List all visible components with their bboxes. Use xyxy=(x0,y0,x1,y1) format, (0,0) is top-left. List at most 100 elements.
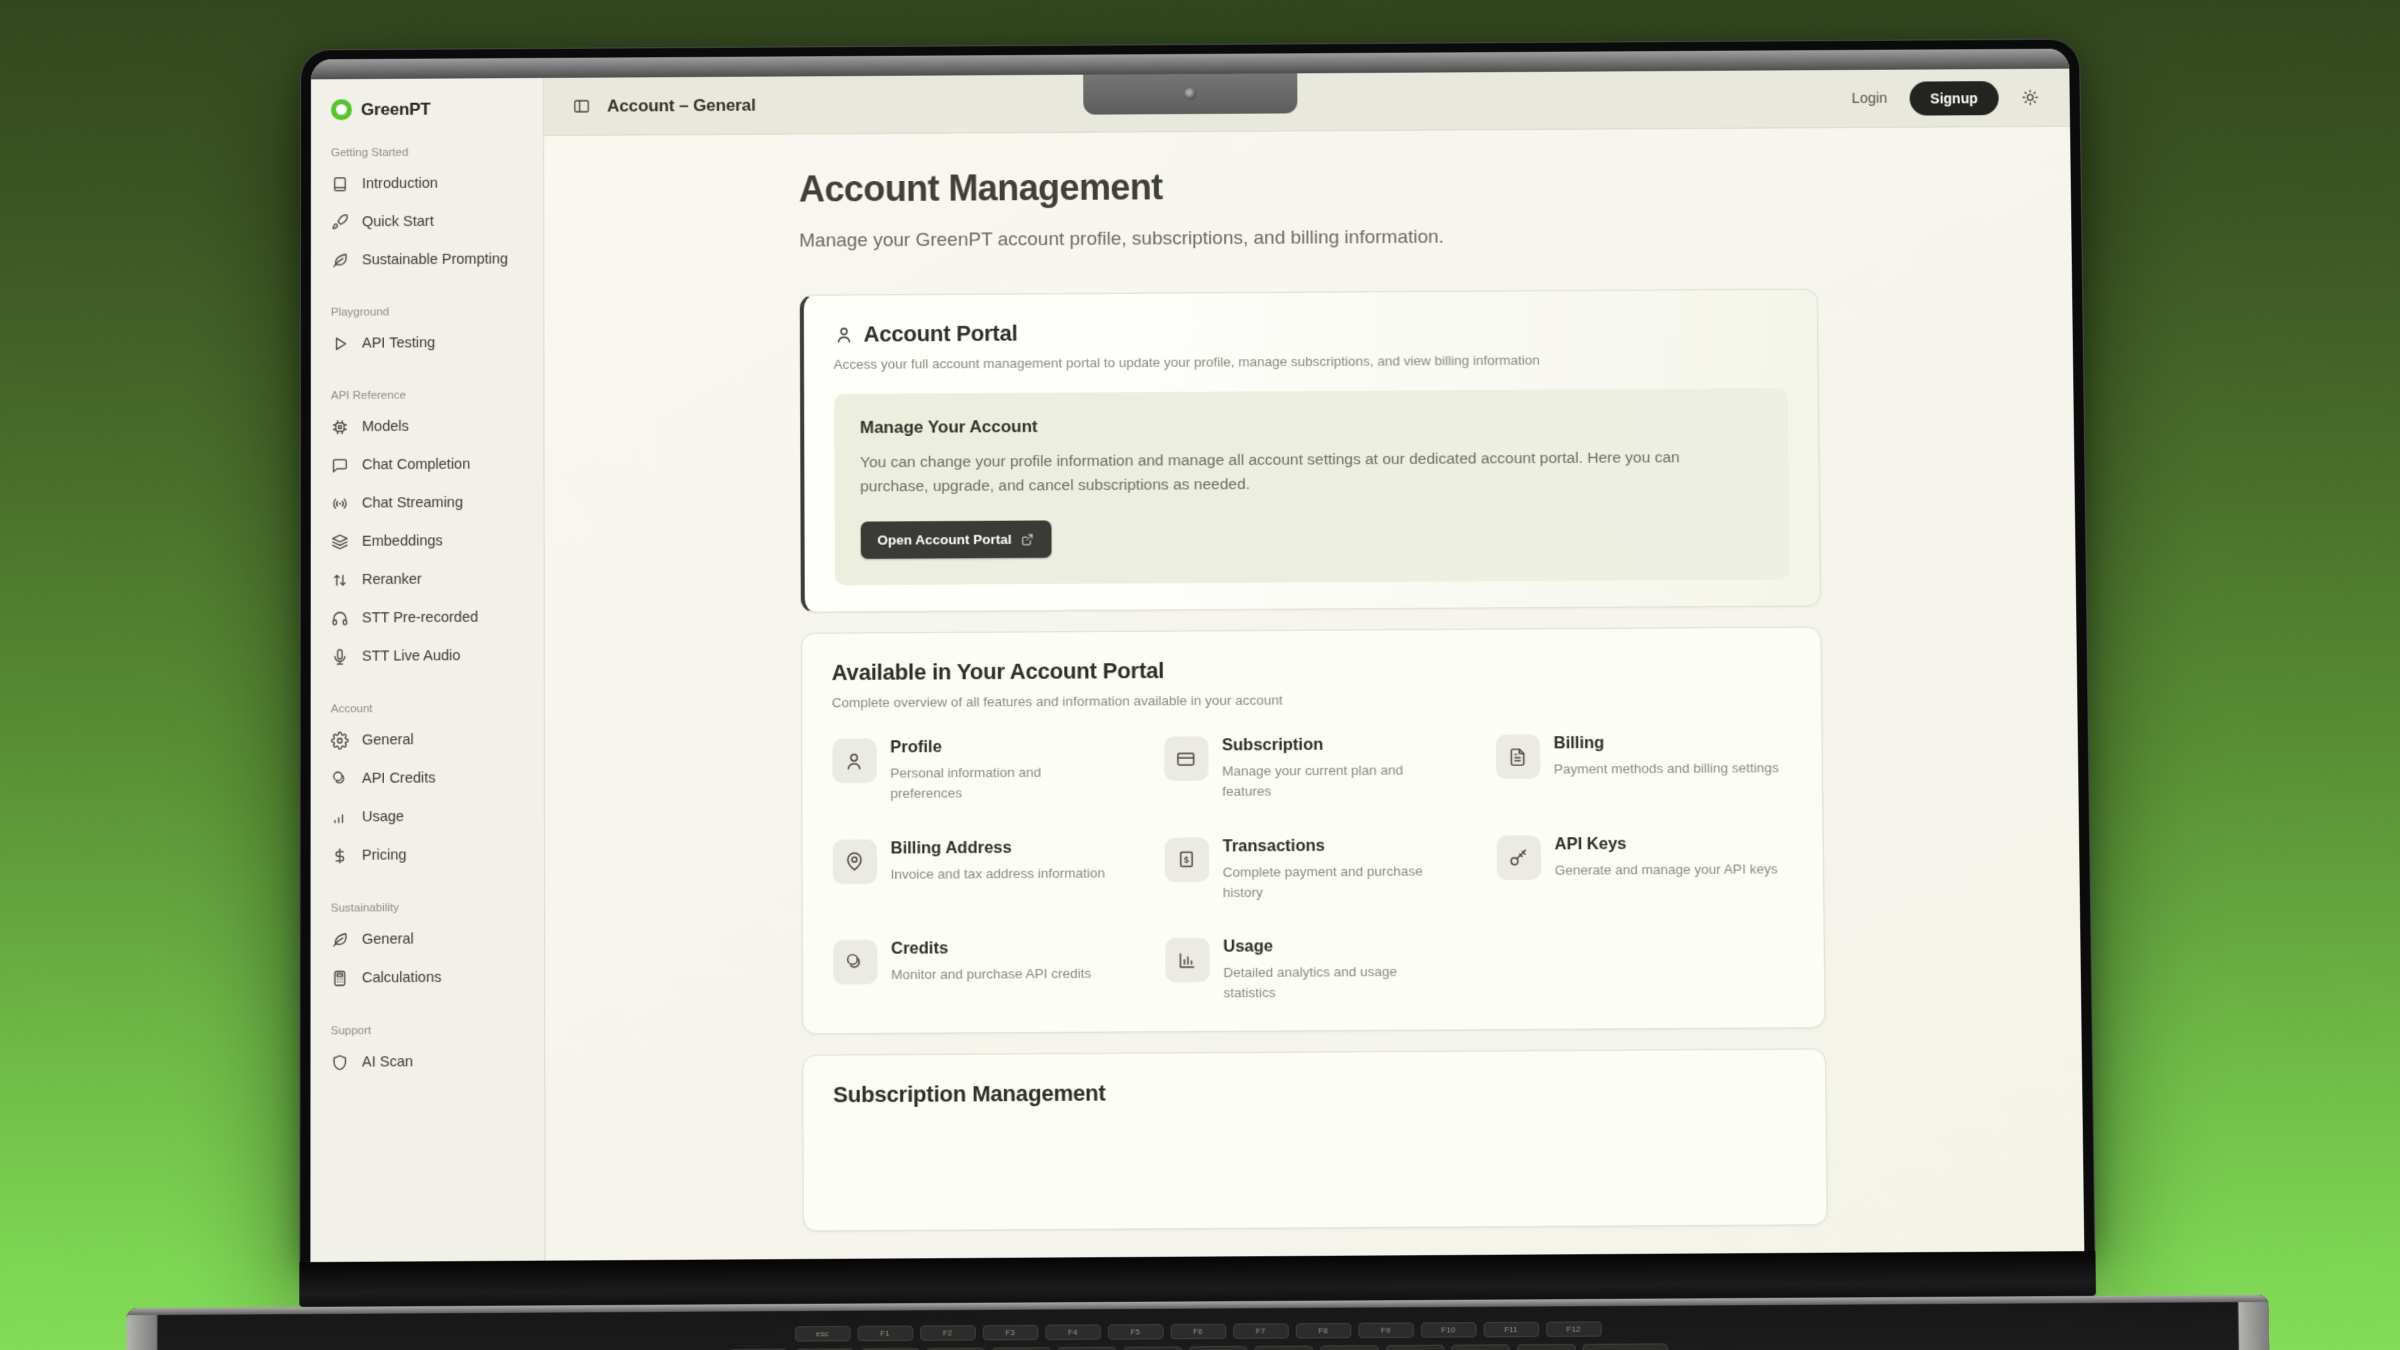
feature-subscription: Subscription Manage your current plan and… xyxy=(1164,735,1460,803)
keyboard-key: 6 xyxy=(1123,1346,1182,1350)
broadcast-icon xyxy=(331,495,349,513)
feature-text: Credits Monitor and purchase API credits xyxy=(891,938,1092,1006)
account-portal-subtitle: Access your full account management port… xyxy=(834,351,1787,372)
sidebar-item-general[interactable]: General xyxy=(329,720,528,760)
content-container: Account Management Manage your GreenPT a… xyxy=(799,162,1827,1231)
sidebar-section-label: Support xyxy=(331,1024,528,1037)
sidebar-item-label: Embeddings xyxy=(362,533,443,550)
feature-description: Complete payment and purchase history xyxy=(1223,861,1450,903)
content-column: Account – General Login Signup Account M… xyxy=(544,69,2084,1261)
dollar-icon xyxy=(331,847,349,865)
headphones-icon xyxy=(331,609,349,627)
sidebar-item-label: STT Pre-recorded xyxy=(362,610,478,627)
sidebar-item-label: Reranker xyxy=(362,572,422,588)
play-icon xyxy=(331,335,349,353)
chart-icon xyxy=(1165,938,1210,983)
camera-dot xyxy=(1184,88,1196,100)
feature-text: TransactionsComplete payment and purchas… xyxy=(1223,835,1450,903)
sidebar-item-label: Chat Completion xyxy=(362,457,470,474)
rocket-icon xyxy=(331,213,349,231)
sidebar-item-label: Chat Streaming xyxy=(362,495,463,512)
sidebar-item-chat-completion[interactable]: Chat Completion xyxy=(329,445,528,484)
sidebar-section-label: API Reference xyxy=(331,389,528,402)
greenpt-logo-icon xyxy=(331,99,352,120)
sidebar-item-introduction[interactable]: Introduction xyxy=(329,164,527,203)
book-icon xyxy=(331,175,349,193)
open-account-portal-label: Open Account Portal xyxy=(877,532,1011,548)
sidebar-item-label: AI Scan xyxy=(362,1054,413,1071)
keyboard-key: - xyxy=(1451,1344,1510,1350)
keyboard-key: F6 xyxy=(1170,1324,1226,1340)
user-icon xyxy=(832,738,876,783)
sidebar-toggle-icon[interactable] xyxy=(572,97,591,116)
feature-title: Profile xyxy=(890,737,1116,758)
theme-toggle-icon[interactable] xyxy=(2021,88,2040,107)
sidebar-item-models[interactable]: Models xyxy=(329,407,528,446)
brand-name: GreenPT xyxy=(361,99,431,119)
feature-description: Invoice and tax address information xyxy=(891,863,1106,885)
leaf-icon xyxy=(331,251,349,269)
feature-text: Billing AddressInvoice and tax address i… xyxy=(891,838,1106,906)
signup-button[interactable]: Signup xyxy=(1909,81,1999,116)
sidebar-item-embeddings[interactable]: Embeddings xyxy=(329,522,528,561)
feature-api-keys: API Keys Generate and manage your API key… xyxy=(1496,833,1792,901)
sidebar-item-calculations[interactable]: Calculations xyxy=(329,958,528,998)
feature-title: Subscription xyxy=(1222,735,1448,756)
sidebar-item-api-testing[interactable]: API Testing xyxy=(329,324,527,363)
sidebar-item-pricing[interactable]: Pricing xyxy=(329,836,528,876)
desktop-background: GreenPT Getting StartedIntroductionQuick… xyxy=(0,0,2400,1350)
manage-account-panel: Manage Your Account You can change your … xyxy=(834,388,1789,585)
feature-description: Generate and manage your API keys xyxy=(1555,859,1778,881)
open-account-portal-button[interactable]: Open Account Portal xyxy=(860,520,1052,558)
sidebar-item-usage[interactable]: Usage xyxy=(329,797,528,837)
page-title: Account Management xyxy=(799,162,1816,210)
keyboard-key: 7 xyxy=(1188,1346,1247,1350)
sidebar-item-chat-streaming[interactable]: Chat Streaming xyxy=(329,483,528,522)
feature-description: Monitor and purchase API credits xyxy=(891,964,1091,986)
sidebar-item-ai-scan[interactable]: AI Scan xyxy=(329,1042,529,1082)
login-link[interactable]: Login xyxy=(1852,90,1888,106)
feature-text: Subscription Manage your current plan and… xyxy=(1222,735,1449,803)
feature-title: API Keys xyxy=(1554,833,1777,854)
breadcrumb-title: Account – General xyxy=(607,95,756,116)
laptop-body: escF1F2F3F4F5F6F7F8F9F10F11F12`123456789… xyxy=(299,1251,2097,1350)
features-card-subtitle: Complete overview of all features and in… xyxy=(832,689,1791,710)
key-icon xyxy=(1496,835,1541,880)
chip-icon xyxy=(331,418,349,436)
sidebar-item-api-credits[interactable]: API Credits xyxy=(329,759,528,799)
feature-text: ProfilePersonal information and preferen… xyxy=(890,737,1117,805)
layers-icon xyxy=(331,533,349,551)
feature-billing-address: Billing AddressInvoice and tax address i… xyxy=(832,837,1128,905)
sidebar-item-reranker[interactable]: Reranker xyxy=(329,560,528,600)
feature-text: BillingPayment methods and billing setti… xyxy=(1554,733,1779,801)
manage-account-body: You can change your profile information … xyxy=(860,446,1723,500)
feature-title: Usage xyxy=(1223,936,1450,957)
keyboard-key: 9 xyxy=(1320,1345,1379,1350)
feature-description: Payment methods and billing settings xyxy=(1554,758,1779,780)
sidebar-item-label: Introduction xyxy=(362,176,438,192)
mic-icon xyxy=(331,648,349,666)
brand-logo[interactable]: GreenPT xyxy=(329,98,527,120)
feature-title: Credits xyxy=(891,938,1091,958)
sidebar-item-label: Models xyxy=(362,419,409,435)
feature-description: Manage your current plan and features xyxy=(1222,760,1449,802)
sidebar-item-general[interactable]: General xyxy=(329,920,528,960)
keyboard-key: F7 xyxy=(1233,1323,1289,1339)
features-card-title: Available in Your Account Portal xyxy=(832,654,1791,686)
keyboard-key: F3 xyxy=(982,1325,1038,1341)
sidebar-item-sustainable-prompting[interactable]: Sustainable Prompting xyxy=(329,240,527,279)
sidebar-item-label: STT Live Audio xyxy=(362,648,461,665)
account-portal-title: Account Portal xyxy=(864,321,1018,348)
portal-features-card: Available in Your Account Portal Complet… xyxy=(800,627,1825,1034)
map-pin-icon xyxy=(832,839,876,884)
manage-account-title: Manage Your Account xyxy=(860,412,1762,438)
sidebar-item-quick-start[interactable]: Quick Start xyxy=(329,202,527,241)
sidebar-item-label: Quick Start xyxy=(362,214,434,230)
sidebar-item-stt-live-audio[interactable]: STT Live Audio xyxy=(329,637,528,677)
sidebar: GreenPT Getting StartedIntroductionQuick… xyxy=(310,78,545,1262)
feature-description: Detailed analytics and usage statistics xyxy=(1223,962,1450,1004)
sidebar-item-stt-pre-recorded[interactable]: STT Pre-recorded xyxy=(329,598,528,638)
main-content: Account Management Manage your GreenPT a… xyxy=(544,127,2084,1261)
keyboard-key: F11 xyxy=(1483,1322,1539,1338)
sidebar-section-label: Playground xyxy=(331,305,527,318)
